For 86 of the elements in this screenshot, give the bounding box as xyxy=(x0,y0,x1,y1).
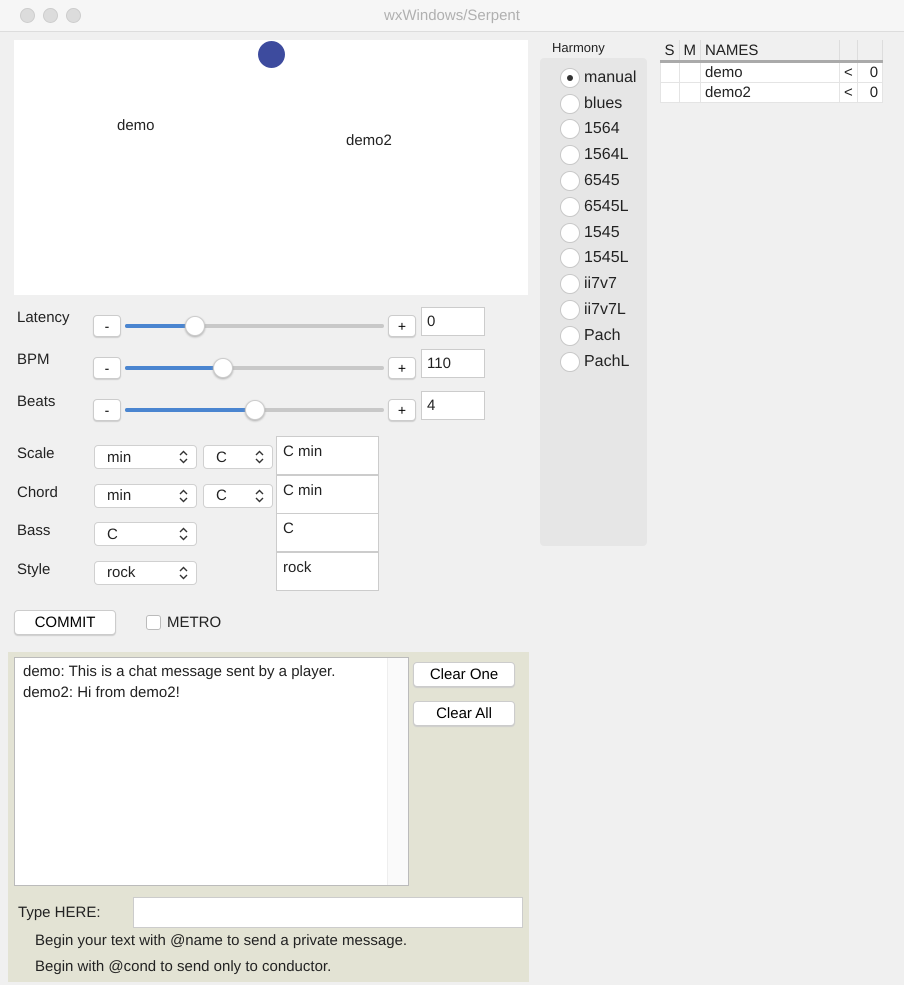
table-cell: 0 xyxy=(857,82,883,102)
radio-option[interactable]: Pach xyxy=(560,322,647,349)
slider-track[interactable] xyxy=(125,358,384,378)
radio-button[interactable] xyxy=(560,274,580,294)
radio-button[interactable] xyxy=(560,222,580,243)
player-label: demo2 xyxy=(346,132,392,149)
player-label: demo xyxy=(117,117,155,134)
scrollbar[interactable] xyxy=(387,658,408,885)
radio-button[interactable] xyxy=(560,196,580,217)
selector-label: Style xyxy=(16,560,52,578)
checkbox-label: METRO xyxy=(167,614,222,631)
clear-button[interactable]: Clear All xyxy=(413,701,515,726)
selector-label: Chord xyxy=(16,482,59,500)
radio-button[interactable] xyxy=(560,68,580,88)
radio-button[interactable] xyxy=(560,145,580,166)
radio-option[interactable]: 6545L xyxy=(560,194,647,220)
selector-label: Bass xyxy=(16,521,52,539)
dropdown[interactable]: rock xyxy=(94,560,197,584)
slider-handle[interactable] xyxy=(244,400,264,420)
result-field[interactable]: C xyxy=(276,513,379,552)
slider-handle[interactable] xyxy=(184,316,205,336)
chevron-icon xyxy=(179,450,188,464)
radio-option[interactable]: blues xyxy=(560,90,647,117)
slider-label: Latency xyxy=(16,308,71,326)
slider-label: Beats xyxy=(16,392,56,410)
slider-track[interactable] xyxy=(125,400,384,420)
radio-button[interactable] xyxy=(560,352,580,372)
window-control-icon[interactable] xyxy=(20,8,35,23)
selector-label: Scale xyxy=(16,444,56,462)
dropdown[interactable]: C xyxy=(94,522,197,546)
chat-message: demo: This is a chat message sent by a player. xyxy=(23,662,336,682)
checkbox[interactable] xyxy=(146,615,161,630)
radio-button[interactable] xyxy=(560,326,580,346)
increment-button[interactable]: + xyxy=(388,315,416,337)
dot-icon xyxy=(258,41,285,68)
radio-button[interactable] xyxy=(560,171,580,192)
chevron-icon xyxy=(179,566,188,580)
radio-option[interactable]: PachL xyxy=(560,348,647,375)
chevron-icon xyxy=(255,488,264,502)
decrement-button[interactable]: - xyxy=(93,399,121,421)
increment-button[interactable]: + xyxy=(388,357,416,379)
window-control-icon[interactable] xyxy=(43,8,58,23)
radio-option[interactable]: 1564L xyxy=(560,142,647,168)
group-title: Harmony xyxy=(551,40,606,57)
radio-option[interactable]: ii7v7L xyxy=(560,297,647,323)
increment-button[interactable]: + xyxy=(388,399,416,421)
radio-option[interactable]: manual xyxy=(560,65,647,91)
result-field[interactable]: C min xyxy=(276,474,379,514)
radio-option[interactable]: 1545L xyxy=(560,246,647,272)
radio-button[interactable] xyxy=(560,94,580,114)
table-cell: demo2 xyxy=(700,82,840,102)
radio-button[interactable] xyxy=(560,248,580,268)
dropdown[interactable]: C xyxy=(203,484,273,508)
radio-option[interactable]: 1564 xyxy=(560,116,647,142)
radio-option[interactable]: 1545 xyxy=(560,220,647,246)
radio-option[interactable]: ii7v7 xyxy=(560,271,647,298)
result-field[interactable]: rock xyxy=(276,552,379,590)
window-control-icon[interactable] xyxy=(66,8,81,23)
dropdown[interactable]: min xyxy=(94,445,197,469)
value-field[interactable]: 4 xyxy=(421,391,485,420)
chat-message: demo2: Hi from demo2! xyxy=(23,683,181,703)
input-label: Type HERE: xyxy=(17,904,102,921)
value-field[interactable]: 110 xyxy=(421,349,485,378)
value-field[interactable]: 0 xyxy=(421,307,485,336)
hint-text: Begin your text with @name to send a private message. xyxy=(34,932,408,950)
radio-option[interactable]: 6545 xyxy=(560,168,647,194)
decrement-button[interactable]: - xyxy=(93,357,121,379)
table-cell: < xyxy=(840,82,858,102)
dropdown[interactable]: C xyxy=(203,445,273,469)
window-title: wxWindows/Serpent xyxy=(384,7,520,24)
hint-text: Begin with @cond to send only to conductor. xyxy=(34,958,332,976)
clear-button[interactable]: Clear One xyxy=(413,662,515,687)
decrement-button[interactable]: - xyxy=(93,315,121,337)
chevron-icon xyxy=(255,450,264,464)
table-cell: demo xyxy=(700,62,840,82)
chevron-icon xyxy=(179,488,188,502)
slider-label: BPM xyxy=(16,350,51,368)
slider-track[interactable] xyxy=(125,316,384,336)
commit-button[interactable]: COMMIT xyxy=(14,610,116,635)
dropdown[interactable]: min xyxy=(94,484,197,508)
chevron-icon xyxy=(179,527,188,541)
radio-button[interactable] xyxy=(560,119,580,140)
result-field[interactable]: C min xyxy=(276,436,379,475)
slider-handle[interactable] xyxy=(213,358,234,378)
radio-button[interactable] xyxy=(560,300,580,320)
message-input-field[interactable] xyxy=(133,897,523,928)
